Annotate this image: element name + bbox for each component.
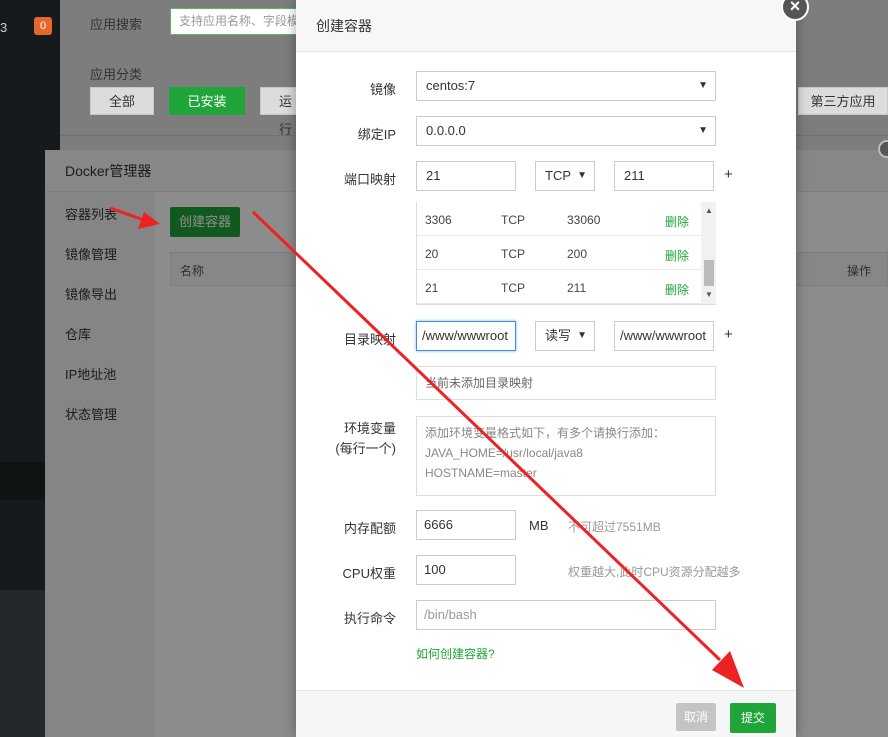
tab-installed[interactable]: 已安装 xyxy=(169,87,245,115)
cpu-weight-input[interactable]: 100 xyxy=(416,555,516,585)
memory-hint: 不可超过7551MB xyxy=(568,520,661,534)
dir-mapping-label: 目录映射 xyxy=(343,332,396,347)
chevron-down-icon: ▼ xyxy=(698,125,708,136)
memory-unit: MB xyxy=(529,518,549,533)
port-row-outer: 211 xyxy=(567,281,587,295)
port-mapping-list: 3306 TCP 33060 删除 20 TCP 200 删除 21 TCP 2… xyxy=(416,202,716,305)
scroll-thumb[interactable] xyxy=(704,260,714,286)
tab-all[interactable]: 全部 xyxy=(90,87,154,115)
app-search-input[interactable]: 支持应用名称、字段模 xyxy=(170,8,300,35)
chevron-down-icon: ▼ xyxy=(577,330,587,341)
port-row-delete[interactable]: 删除 xyxy=(665,213,689,230)
port-row-proto: TCP xyxy=(501,281,525,295)
app-category-label: 应用分类 xyxy=(90,67,143,82)
dialog-title: 创建容器 xyxy=(296,0,796,52)
image-select-value: centos:7 xyxy=(426,78,476,93)
port-row-outer: 33060 xyxy=(567,213,601,227)
app-search-label: 应用搜索 xyxy=(90,17,143,32)
port-row-outer: 200 xyxy=(567,247,588,261)
env-placeholder-line: HOSTNAME=master xyxy=(425,466,537,480)
cpu-hint: 权重越大,此时CPU资源分配越多 xyxy=(568,565,741,579)
cpu-label: CPU权重 xyxy=(342,566,396,581)
scroll-up-icon[interactable]: ▲ xyxy=(705,206,713,215)
sidebar-number: 3 xyxy=(0,20,8,35)
port-outer-input[interactable]: 211 xyxy=(614,161,714,191)
port-row-proto: TCP xyxy=(501,247,525,261)
port-row: 21 TCP 211 删除 xyxy=(417,270,701,304)
port-row: 3306 TCP 33060 删除 xyxy=(417,202,701,236)
port-inner-input[interactable]: 21 xyxy=(416,161,516,191)
dir-mapping-empty: 当前未添加目录映射 xyxy=(416,366,716,400)
env-textarea[interactable]: 添加环境变量格式如下，有多个请换行添加： JAVA_HOME=/usr/loca… xyxy=(416,416,716,496)
env-placeholder-line: 添加环境变量格式如下，有多个请换行添加： xyxy=(425,426,666,440)
memory-label: 内存配额 xyxy=(343,521,396,536)
dir-mode-select[interactable]: 读写 ▼ xyxy=(535,321,595,351)
dialog-footer: 取消 提交 xyxy=(296,690,796,737)
port-row-delete[interactable]: 删除 xyxy=(665,281,689,298)
port-list-scrollbar[interactable]: ▲ ▼ xyxy=(701,202,716,304)
scroll-down-icon[interactable]: ▼ xyxy=(705,290,713,299)
bind-ip-label: 绑定IP xyxy=(357,127,396,142)
port-row-inner: 3306 xyxy=(425,213,452,227)
dir-container-input[interactable]: /www/wwwroot xyxy=(614,321,714,351)
tab-third-party[interactable]: 第三方应用 xyxy=(798,87,888,115)
command-label: 执行命令 xyxy=(343,611,396,626)
chevron-down-icon: ▼ xyxy=(698,80,708,91)
port-row-inner: 21 xyxy=(425,281,439,295)
how-to-create-link[interactable]: 如何创建容器? xyxy=(416,645,495,662)
add-dir-plus-icon[interactable]: + xyxy=(724,326,733,343)
submit-button[interactable]: 提交 xyxy=(730,703,776,733)
port-mapping-label: 端口映射 xyxy=(343,172,396,187)
port-protocol-select[interactable]: TCP ▼ xyxy=(535,161,595,191)
env-placeholder-line: JAVA_HOME=/usr/local/java8 xyxy=(425,446,583,460)
port-row-inner: 20 xyxy=(425,247,439,261)
cancel-button[interactable]: 取消 xyxy=(676,703,716,731)
bind-ip-value: 0.0.0.0 xyxy=(426,123,466,138)
port-row: 20 TCP 200 删除 xyxy=(417,236,701,270)
sidebar-badge: 0 xyxy=(34,17,52,35)
port-row-delete[interactable]: 删除 xyxy=(665,247,689,264)
dir-mode-value: 读写 xyxy=(545,328,572,343)
image-label: 镜像 xyxy=(369,82,396,97)
add-port-plus-icon[interactable]: + xyxy=(724,166,733,183)
command-input[interactable]: /bin/bash xyxy=(416,600,716,630)
dir-host-input[interactable]: /www/wwwroot xyxy=(416,321,516,351)
port-row-proto: TCP xyxy=(501,213,525,227)
bind-ip-select[interactable]: 0.0.0.0 ▼ xyxy=(416,116,716,146)
image-select[interactable]: centos:7 ▼ xyxy=(416,71,716,101)
create-container-dialog: 创建容器 镜像 centos:7 ▼ 绑定IP 0.0.0.0 ▼ 端口映射 2… xyxy=(296,0,796,737)
port-protocol-value: TCP xyxy=(545,168,571,183)
env-label: 环境变量 xyxy=(343,421,396,436)
memory-input[interactable]: 6666 xyxy=(416,510,516,540)
tab-running[interactable]: 运行 xyxy=(260,87,300,137)
chevron-down-icon: ▼ xyxy=(577,170,587,181)
env-label-sub: (每行一个) xyxy=(335,441,396,456)
